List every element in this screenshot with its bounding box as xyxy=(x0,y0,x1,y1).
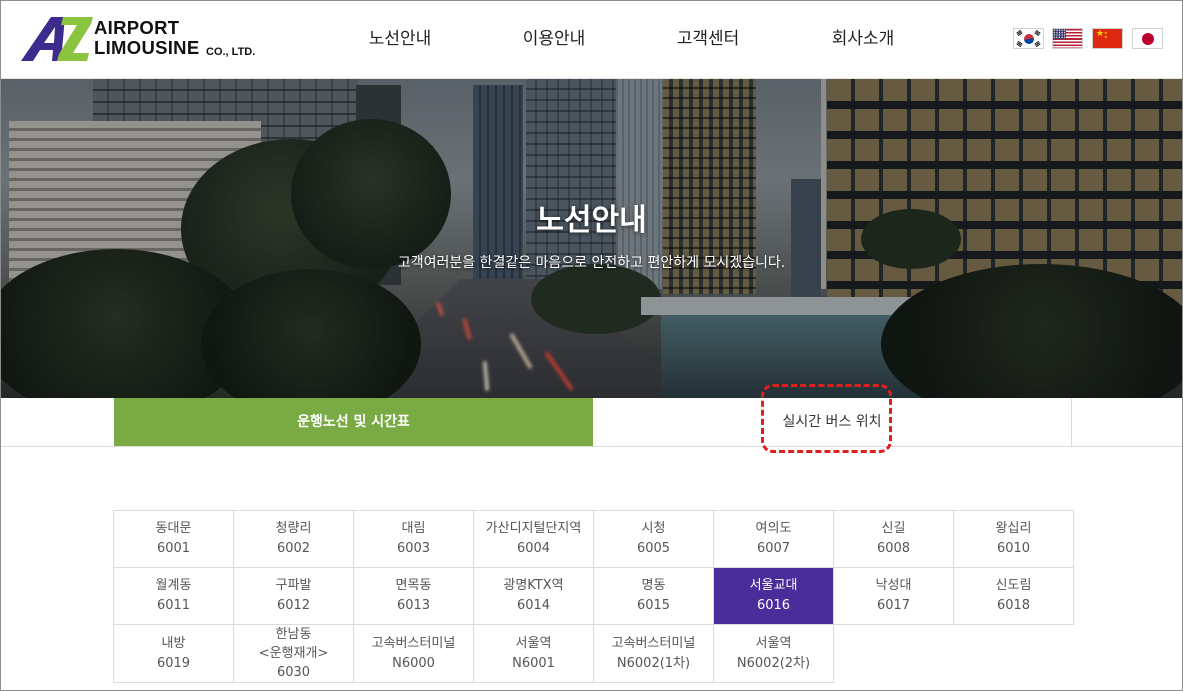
company-logo[interactable]: AIRPORT LIMOUSINE CO., LTD. xyxy=(21,15,271,61)
route-name: 구파발 xyxy=(275,578,312,593)
route-name: 서울역 xyxy=(755,635,792,651)
route-code: 6004 xyxy=(516,541,551,556)
route-cell[interactable]: 한남동 <운행재개> 6030 xyxy=(234,625,354,683)
route-name: 시청 xyxy=(641,521,666,536)
route-cell[interactable]: 광명KTX역 6014 xyxy=(474,568,594,625)
route-note: <운행재개> xyxy=(258,646,329,661)
route-code: 6014 xyxy=(516,598,551,613)
route-name: 서울교대 xyxy=(749,578,798,593)
route-name: 청량리 xyxy=(275,521,312,536)
route-name: 한남동 xyxy=(275,627,312,642)
route-name: 면목동 xyxy=(395,578,432,593)
tab-bar: 운행노선 및 시간표 실시간 버스 위치 xyxy=(1,398,1182,447)
route-cell-selected[interactable]: 서울교대 6016 xyxy=(714,568,834,625)
route-cell[interactable]: 신길 6008 xyxy=(834,511,954,568)
route-code: N6002(2차) xyxy=(736,655,811,671)
route-code: N6000 xyxy=(392,655,435,671)
route-name: 내방 xyxy=(161,635,186,651)
route-code: 6016 xyxy=(756,598,791,613)
route-name: 동대문 xyxy=(155,521,192,536)
route-cell[interactable]: 가산디지털단지역 6004 xyxy=(474,511,594,568)
route-code: N6001 xyxy=(512,655,555,671)
tab-routes-timetable[interactable]: 운행노선 및 시간표 xyxy=(114,398,593,446)
route-code: 6010 xyxy=(996,541,1031,556)
logo-text-limousine: LIMOUSINE xyxy=(94,37,200,58)
route-cell[interactable]: 면목동 6013 xyxy=(354,568,474,625)
route-name: 여의도 xyxy=(755,521,792,536)
tab-realtime-bus-location[interactable]: 실시간 버스 위치 xyxy=(593,398,1072,446)
route-code: 6002 xyxy=(276,541,311,556)
flag-korea-icon[interactable] xyxy=(1013,28,1044,49)
logo-text-airport: AIRPORT xyxy=(94,17,180,38)
page-subtitle: 고객여러분을 한결같은 마음으로 안전하고 편안하게 모시겠습니다. xyxy=(397,255,786,271)
route-name: 명동 xyxy=(641,578,666,593)
route-cell[interactable]: 대림 6003 xyxy=(354,511,474,568)
route-code: 6019 xyxy=(156,655,191,671)
logo-text-suffix: CO., LTD. xyxy=(206,46,256,58)
route-code: 6015 xyxy=(636,598,671,613)
site-header: AIRPORT LIMOUSINE CO., LTD. 노선안내 이용안내 고객… xyxy=(1,1,1182,79)
route-cell[interactable]: 고속버스터미널 N6000 xyxy=(354,625,474,683)
route-code: 6012 xyxy=(276,598,311,613)
route-code: 6008 xyxy=(876,541,911,556)
route-grid: 동대문 6001 청량리 6002 대림 6003 가산디지털단지역 6004 … xyxy=(113,510,1074,683)
flag-usa-icon[interactable] xyxy=(1052,28,1083,49)
nav-company-intro[interactable]: 회사소개 xyxy=(803,28,923,50)
route-code: 6011 xyxy=(156,598,191,613)
route-code: N6002(1차) xyxy=(616,655,691,671)
nav-routes[interactable]: 노선안내 xyxy=(340,28,460,50)
route-name: 광명KTX역 xyxy=(503,578,564,593)
route-cell[interactable]: 내방 6019 xyxy=(114,625,234,683)
page-title: 노선안내 xyxy=(536,203,647,238)
route-code: 6003 xyxy=(396,541,431,556)
route-cell[interactable]: 서울역 N6001 xyxy=(474,625,594,683)
route-name: 왕십리 xyxy=(995,521,1032,536)
flag-china-icon[interactable] xyxy=(1092,28,1123,49)
route-name: 낙성대 xyxy=(875,578,912,593)
route-code: 6005 xyxy=(636,541,671,556)
route-code: 6018 xyxy=(996,598,1031,613)
az-logo-mark xyxy=(21,17,93,61)
route-name: 신도림 xyxy=(995,578,1032,593)
route-code: 6001 xyxy=(156,541,191,556)
route-cell[interactable]: 왕십리 6010 xyxy=(954,511,1074,568)
flag-japan-icon[interactable] xyxy=(1132,28,1163,49)
route-cell[interactable]: 명동 6015 xyxy=(594,568,714,625)
route-name: 신길 xyxy=(881,521,906,536)
route-cell[interactable]: 고속버스터미널 N6002(1차) xyxy=(594,625,714,683)
route-name: 서울역 xyxy=(515,635,552,651)
route-name: 고속버스터미널 xyxy=(371,635,456,651)
route-cell[interactable]: 여의도 6007 xyxy=(714,511,834,568)
hero-banner: 노선안내 고객여러분을 한결같은 마음으로 안전하고 편안하게 모시겠습니다. xyxy=(1,79,1182,398)
route-cell[interactable]: 시청 6005 xyxy=(594,511,714,568)
route-cell[interactable]: 서울역 N6002(2차) xyxy=(714,625,834,683)
route-name: 고속버스터미널 xyxy=(611,635,696,651)
route-cell[interactable]: 월계동 6011 xyxy=(114,568,234,625)
page: AIRPORT LIMOUSINE CO., LTD. 노선안내 이용안내 고객… xyxy=(0,0,1183,691)
route-cell[interactable]: 신도림 6018 xyxy=(954,568,1074,625)
nav-usage-guide[interactable]: 이용안내 xyxy=(494,28,614,50)
nav-customer-center[interactable]: 고객센터 xyxy=(648,28,768,50)
route-code: 6030 xyxy=(276,665,311,680)
route-cell[interactable]: 낙성대 6017 xyxy=(834,568,954,625)
route-name: 가산디지털단지역 xyxy=(485,521,582,536)
route-name: 대림 xyxy=(401,521,426,536)
route-code: 6013 xyxy=(396,598,431,613)
route-name: 월계동 xyxy=(155,578,192,593)
route-cell[interactable]: 동대문 6001 xyxy=(114,511,234,568)
route-cell[interactable]: 청량리 6002 xyxy=(234,511,354,568)
route-cell[interactable]: 구파발 6012 xyxy=(234,568,354,625)
route-code: 6007 xyxy=(756,541,791,556)
route-code: 6017 xyxy=(876,598,911,613)
